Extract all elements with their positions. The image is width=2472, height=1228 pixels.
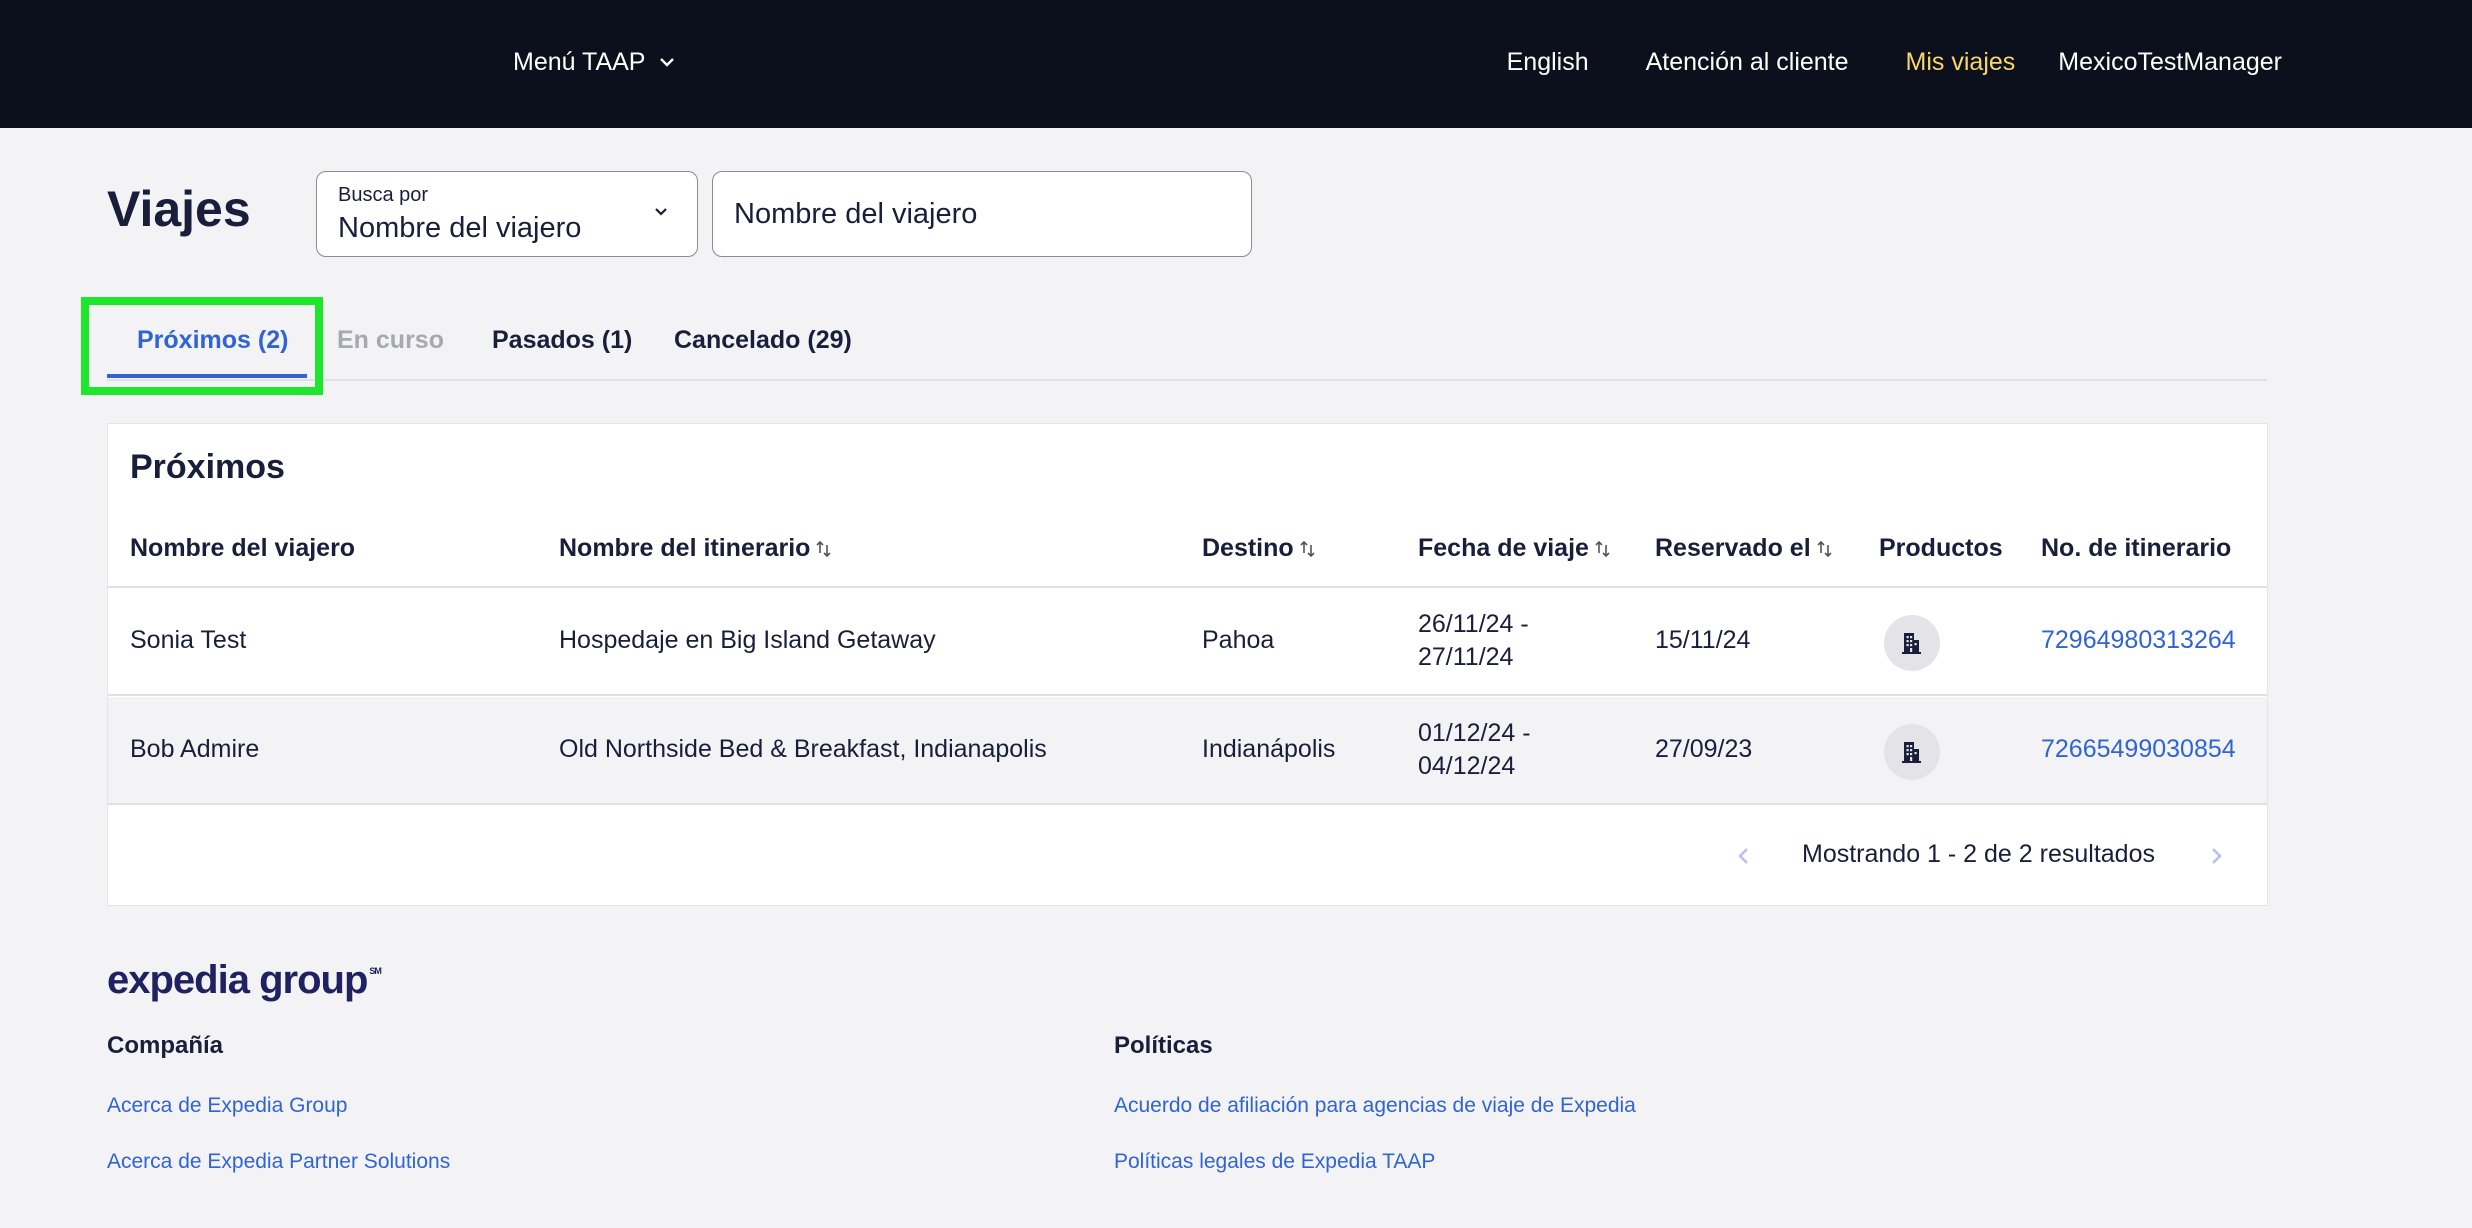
tab-past[interactable]: Pasados (1) bbox=[492, 326, 632, 355]
travel-date-start: 26/11/24 - bbox=[1418, 610, 1529, 638]
footer-link-affiliate-agreement[interactable]: Acuerdo de afiliación para agencias de v… bbox=[1114, 1094, 1636, 1118]
travel-date: 26/11/24 - 27/11/24 bbox=[1418, 608, 1529, 674]
pagination-status: Mostrando 1 - 2 de 2 resultados bbox=[1802, 840, 2155, 868]
footer-column-policies: Políticas Acuerdo de afiliación para age… bbox=[1114, 1032, 1636, 1173]
booked-on-date: 27/09/23 bbox=[1655, 735, 1753, 763]
column-header-travel-date[interactable]: Fecha de viaje bbox=[1418, 534, 1612, 563]
footer-link-about-partner-solutions[interactable]: Acerca de Expedia Partner Solutions bbox=[107, 1150, 450, 1174]
tab-cancelled[interactable]: Cancelado (29) bbox=[674, 326, 852, 355]
column-header-label: Productos bbox=[1879, 534, 2003, 562]
itinerary-name: Old Northside Bed & Breakfast, Indianapo… bbox=[559, 735, 1047, 763]
traveler-name: Bob Admire bbox=[130, 735, 260, 763]
tab-upcoming[interactable]: Próximos (2) bbox=[137, 326, 288, 355]
pagination: Mostrando 1 - 2 de 2 resultados bbox=[108, 806, 2267, 906]
booked-on-date: 15/11/24 bbox=[1655, 626, 1751, 654]
column-header-label: Destino bbox=[1202, 534, 1294, 562]
chevron-down-icon bbox=[655, 208, 667, 216]
sort-icon bbox=[1595, 540, 1610, 557]
hotel-building-icon bbox=[1902, 633, 1921, 654]
top-nav-links: English Atención al cliente Mis viajes M… bbox=[1450, 44, 2282, 80]
user-account-link[interactable]: MexicoTestManager bbox=[2058, 48, 2282, 77]
active-tab-indicator bbox=[107, 374, 307, 378]
destination: Indianápolis bbox=[1202, 735, 1336, 763]
page-title: Viajes bbox=[107, 181, 251, 237]
sort-icon bbox=[1817, 540, 1832, 557]
sort-icon bbox=[1300, 540, 1315, 557]
column-header-traveler: Nombre del viajero bbox=[130, 534, 355, 563]
expedia-group-logo[interactable]: expedia group SM bbox=[107, 958, 382, 1003]
column-header-itinerary-name[interactable]: Nombre del itinerario bbox=[559, 534, 833, 563]
search-by-label: Busca por bbox=[338, 184, 429, 206]
destination: Pahoa bbox=[1202, 626, 1275, 654]
chevron-down-icon bbox=[660, 58, 675, 67]
column-header-label: No. de itinerario bbox=[2041, 534, 2232, 562]
column-header-destination[interactable]: Destino bbox=[1202, 534, 1317, 563]
footer-link-about-expedia-group[interactable]: Acerca de Expedia Group bbox=[107, 1094, 347, 1118]
card-title: Próximos bbox=[130, 448, 285, 486]
hotel-product-badge bbox=[1884, 615, 1940, 671]
footer-heading: Compañía bbox=[107, 1032, 224, 1059]
column-header-label: Nombre del viajero bbox=[130, 534, 356, 562]
itinerary-number-link[interactable]: 72665499030854 bbox=[2041, 735, 2236, 764]
logo-service-mark: SM bbox=[369, 966, 381, 976]
upcoming-trips-card: Próximos Nombre del viajero Nombre del i… bbox=[107, 423, 2268, 906]
hotel-product-badge bbox=[1884, 724, 1940, 780]
tab-in-progress[interactable]: En curso bbox=[337, 326, 444, 355]
column-header-label: Reservado el bbox=[1655, 534, 1811, 562]
table-row: Sonia Test Hospedaje en Big Island Getaw… bbox=[108, 588, 2267, 696]
top-nav-bar: Menú TAAP English Atención al cliente Mi… bbox=[0, 0, 2472, 128]
column-header-itinerary-number: No. de itinerario bbox=[2041, 534, 2231, 563]
traveler-name-search-input[interactable] bbox=[712, 171, 1252, 257]
itinerary-number-link[interactable]: 72964980313264 bbox=[2041, 626, 2236, 655]
travel-date: 01/12/24 - 04/12/24 bbox=[1418, 717, 1531, 783]
taap-menu-label: Menú TAAP bbox=[513, 47, 646, 76]
travel-date-end: 27/11/24 bbox=[1418, 643, 1514, 671]
footer-column-company: Compañía Acerca de Expedia Group Acerca … bbox=[107, 1032, 450, 1173]
search-by-value: Nombre del viajero bbox=[338, 212, 582, 244]
chevron-right-icon[interactable] bbox=[2204, 844, 2228, 868]
table-row: Bob Admire Old Northside Bed & Breakfast… bbox=[108, 697, 2267, 805]
language-link[interactable]: English bbox=[1507, 48, 1589, 77]
travel-date-end: 04/12/24 bbox=[1418, 752, 1516, 780]
chevron-left-icon[interactable] bbox=[1732, 844, 1756, 868]
hotel-building-icon bbox=[1902, 742, 1921, 763]
column-header-products: Productos bbox=[1879, 534, 2003, 563]
logo-text: expedia group bbox=[107, 958, 368, 1002]
sort-icon bbox=[816, 540, 832, 557]
footer-link-legal-policies[interactable]: Políticas legales de Expedia TAAP bbox=[1114, 1150, 1435, 1174]
column-header-label: Fecha de viaje bbox=[1418, 534, 1589, 562]
taap-menu-button[interactable]: Menú TAAP bbox=[513, 44, 677, 80]
my-trips-link[interactable]: Mis viajes bbox=[1906, 48, 2016, 77]
column-header-booked-on[interactable]: Reservado el bbox=[1655, 534, 1834, 563]
itinerary-name: Hospedaje en Big Island Getaway bbox=[559, 626, 936, 654]
trip-status-tabs: Próximos (2) En curso Pasados (1) Cancel… bbox=[107, 298, 2267, 381]
search-by-select[interactable]: Busca por Nombre del viajero bbox=[316, 171, 698, 257]
travel-date-start: 01/12/24 - bbox=[1418, 719, 1531, 747]
traveler-name: Sonia Test bbox=[130, 626, 247, 654]
footer-heading: Políticas bbox=[1114, 1032, 1213, 1059]
customer-support-link[interactable]: Atención al cliente bbox=[1646, 48, 1849, 77]
column-header-label: Nombre del itinerario bbox=[559, 534, 811, 562]
